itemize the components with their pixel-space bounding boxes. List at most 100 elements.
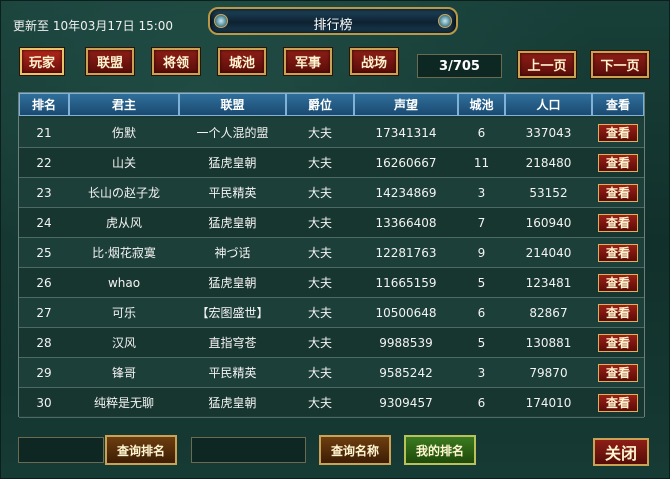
prestige-cell: 9585242 xyxy=(379,365,433,380)
view-cell: 查看 xyxy=(592,363,644,382)
cities-cell: 5 xyxy=(477,275,486,290)
column-header-title: 爵位 xyxy=(286,93,354,116)
view-cell: 查看 xyxy=(592,213,644,232)
cities-cell: 3 xyxy=(477,185,486,200)
next-page-button[interactable]: 下一页 xyxy=(591,51,649,78)
alliance-cell: 猛虎皇朝 xyxy=(208,156,257,170)
prestige-cell: 9309457 xyxy=(379,395,433,410)
view-button[interactable]: 查看 xyxy=(598,123,638,142)
cities-cell: 3 xyxy=(477,365,486,380)
close-button[interactable]: 关闭 xyxy=(593,438,649,466)
view-cell: 查看 xyxy=(592,123,644,142)
rank-cell: 30 xyxy=(36,395,52,410)
lord-cell: 汉风 xyxy=(111,336,136,350)
page-indicator: 3/705 xyxy=(417,54,502,78)
title-cell: 大夫 xyxy=(307,276,332,290)
column-header-cities: 城池 xyxy=(458,93,505,116)
rank-cell: 28 xyxy=(36,335,52,350)
prestige-cell: 14234869 xyxy=(375,185,437,200)
tab-general[interactable]: 将领 xyxy=(152,48,200,75)
population-cell: 218480 xyxy=(525,155,572,170)
alliance-cell: 猛虎皇朝 xyxy=(208,276,257,290)
view-button[interactable]: 查看 xyxy=(598,243,638,262)
tab-military[interactable]: 军事 xyxy=(284,48,332,75)
column-header-prestige: 声望 xyxy=(354,93,458,116)
alliance-cell: 【宏图盛世】 xyxy=(196,306,269,320)
tab-battlefield[interactable]: 战场 xyxy=(350,48,398,75)
view-button[interactable]: 查看 xyxy=(598,153,638,172)
alliance-cell: 一个人混的盟 xyxy=(196,126,269,140)
rank-search-input[interactable] xyxy=(18,437,104,463)
search-name-button[interactable]: 查询名称 xyxy=(319,435,391,465)
population-cell: 160940 xyxy=(525,215,572,230)
view-cell: 查看 xyxy=(592,183,644,202)
alliance-cell: 平民精英 xyxy=(208,366,257,380)
cities-cell: 11 xyxy=(473,155,490,170)
lord-cell: 长山の赵子龙 xyxy=(87,186,160,200)
alliance-cell: 平民精英 xyxy=(208,186,257,200)
column-header-population: 人口 xyxy=(505,93,592,116)
view-button[interactable]: 查看 xyxy=(598,393,638,412)
lord-cell: 山关 xyxy=(111,156,136,170)
rank-cell: 24 xyxy=(36,215,52,230)
alliance-cell: 猛虎皇朝 xyxy=(208,216,257,230)
view-cell: 查看 xyxy=(592,303,644,322)
title-bar: 排行榜 xyxy=(208,7,458,35)
prestige-cell: 11665159 xyxy=(375,275,437,290)
population-cell: 79870 xyxy=(529,365,568,380)
tab-player[interactable]: 玩家 xyxy=(20,48,64,75)
prestige-cell: 12281763 xyxy=(375,245,437,260)
cities-cell: 6 xyxy=(477,305,486,320)
table-row: 23 长山の赵子龙 平民精英 大夫 14234869 3 53152 查看 xyxy=(19,178,644,208)
cities-cell: 6 xyxy=(477,395,486,410)
title-cell: 大夫 xyxy=(307,156,332,170)
update-time: 更新至 10年03月17日 15:00 xyxy=(13,19,174,33)
view-button[interactable]: 查看 xyxy=(598,183,638,202)
tab-alliance[interactable]: 联盟 xyxy=(86,48,134,75)
table-row: 26 whao 猛虎皇朝 大夫 11665159 5 123481 查看 xyxy=(19,268,644,298)
column-header-view: 查看 xyxy=(592,93,644,116)
view-button[interactable]: 查看 xyxy=(598,363,638,382)
lord-cell: 比·烟花寂寞 xyxy=(92,246,156,260)
view-button[interactable]: 查看 xyxy=(598,303,638,322)
rank-cell: 27 xyxy=(36,305,52,320)
tab-city[interactable]: 城池 xyxy=(218,48,266,75)
table-row: 24 虎从风 猛虎皇朝 大夫 13366408 7 160940 查看 xyxy=(19,208,644,238)
column-header-lord: 君主 xyxy=(69,93,179,116)
cities-cell: 9 xyxy=(477,245,486,260)
title-cell: 大夫 xyxy=(307,396,332,410)
my-rank-button[interactable]: 我的排名 xyxy=(404,435,476,465)
view-button[interactable]: 查看 xyxy=(598,213,638,232)
prestige-cell: 9988539 xyxy=(379,335,433,350)
cities-cell: 6 xyxy=(477,125,486,140)
rank-cell: 26 xyxy=(36,275,52,290)
lord-cell: 锋哥 xyxy=(111,366,136,380)
rank-cell: 25 xyxy=(36,245,52,260)
prestige-cell: 17341314 xyxy=(375,125,437,140)
title-cell: 大夫 xyxy=(307,306,332,320)
lord-cell: whao xyxy=(107,275,141,290)
prestige-cell: 16260667 xyxy=(375,155,437,170)
view-cell: 查看 xyxy=(592,333,644,352)
title-cell: 大夫 xyxy=(307,216,332,230)
title-ornament-icon xyxy=(438,14,452,28)
ranking-panel: 更新至 10年03月17日 15:00 排行榜 玩家 联盟 将领 城池 军事 战… xyxy=(0,0,670,479)
search-rank-button[interactable]: 查询排名 xyxy=(105,435,177,465)
prev-page-button[interactable]: 上一页 xyxy=(518,51,576,78)
table-body: 21 伤默 一个人混的盟 大夫 17341314 6 337043 查看 22 山关 猛虎皇朝 大夫 1… xyxy=(19,118,644,418)
table-row: 28 汉风 直指穹苍 大夫 9988539 5 130881 查看 xyxy=(19,328,644,358)
lord-cell: 伤默 xyxy=(111,126,136,140)
cities-cell: 5 xyxy=(477,335,486,350)
alliance-cell: 猛虎皇朝 xyxy=(208,396,257,410)
view-cell: 查看 xyxy=(592,243,644,262)
view-button[interactable]: 查看 xyxy=(598,273,638,292)
population-cell: 337043 xyxy=(525,125,572,140)
cities-cell: 7 xyxy=(477,215,486,230)
view-button[interactable]: 查看 xyxy=(598,333,638,352)
name-search-input[interactable] xyxy=(191,437,306,463)
rank-cell: 29 xyxy=(36,365,52,380)
view-cell: 查看 xyxy=(592,153,644,172)
prestige-cell: 13366408 xyxy=(375,215,437,230)
population-cell: 123481 xyxy=(525,275,572,290)
alliance-cell: 神づ话 xyxy=(214,246,251,260)
